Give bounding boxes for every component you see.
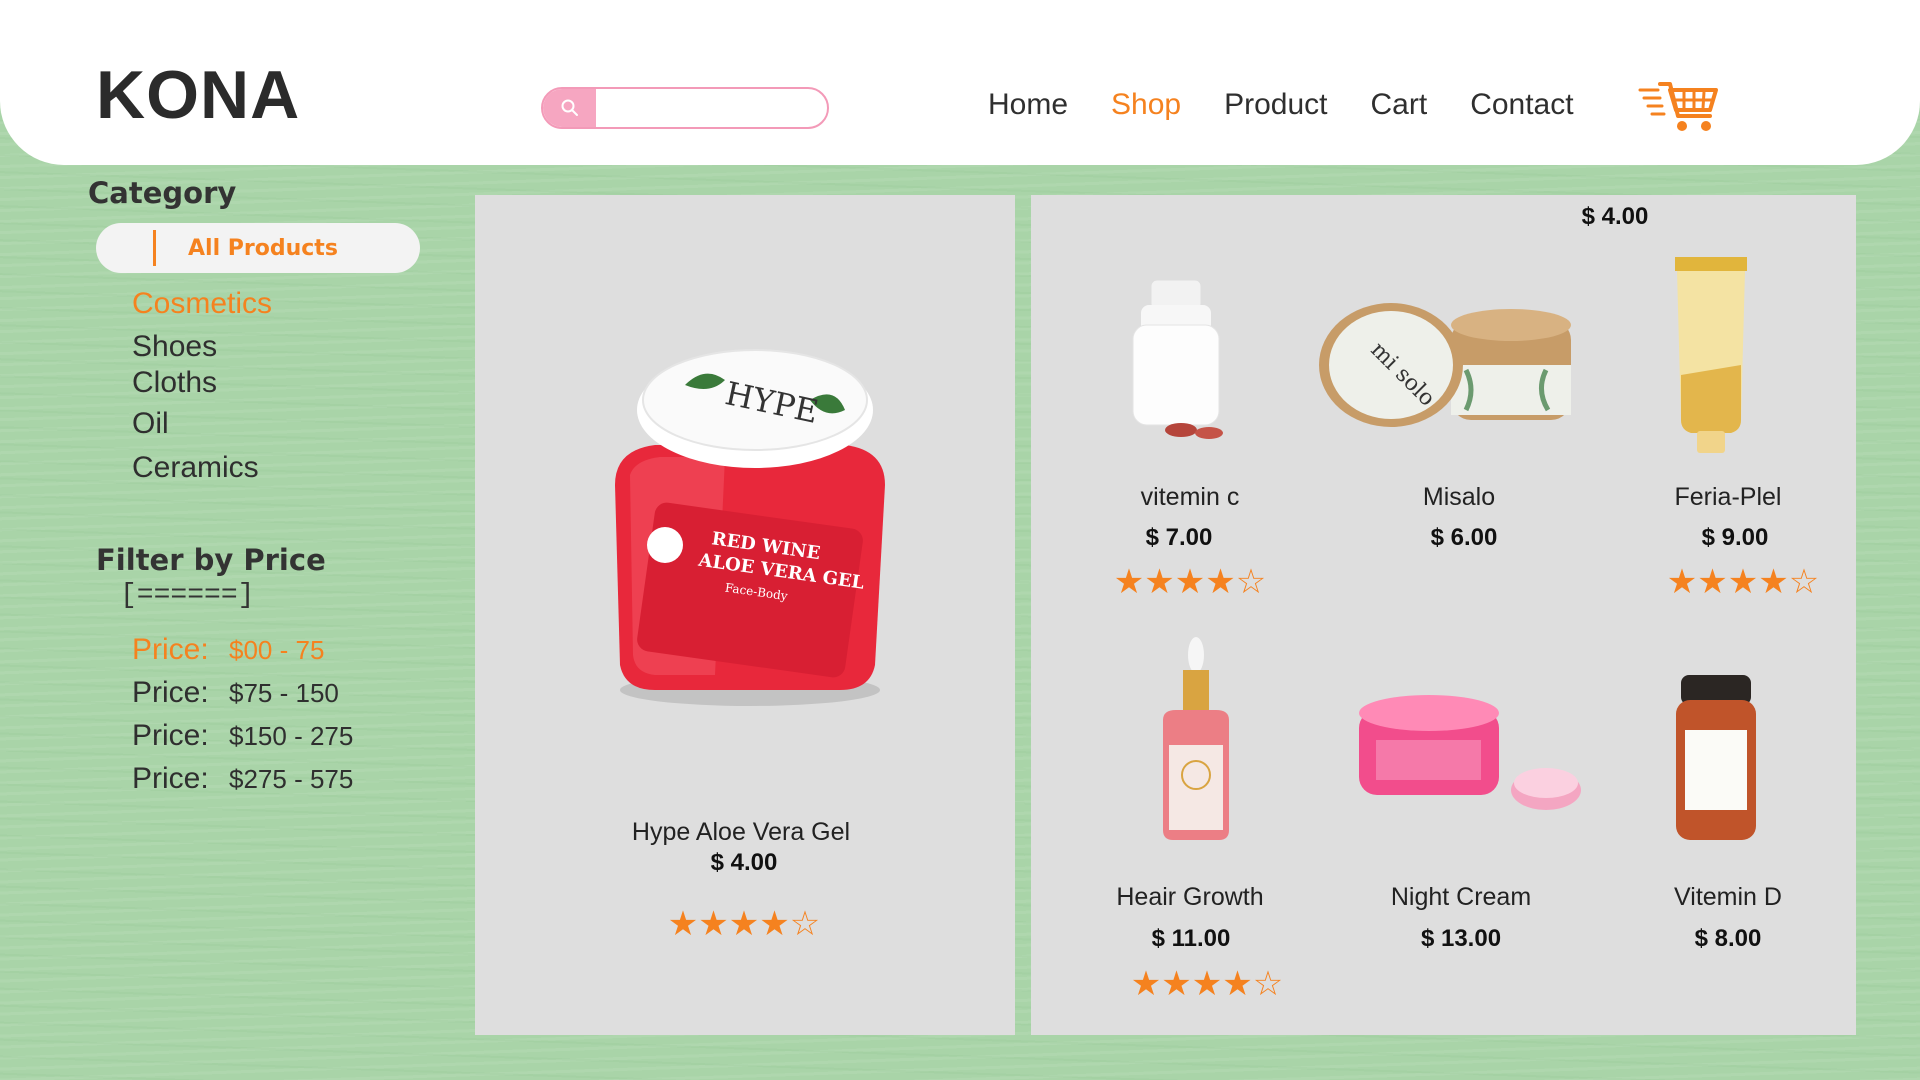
category-cosmetics[interactable]: Cosmetics xyxy=(132,287,272,321)
star-filled-icon: ★ xyxy=(759,905,790,943)
search-input[interactable] xyxy=(601,93,821,123)
star-filled-icon: ★ xyxy=(1113,563,1145,601)
featured-product-price: $ 4.00 xyxy=(710,849,778,876)
star-filled-icon: ★ xyxy=(1144,563,1175,601)
category-title: Category xyxy=(88,176,237,210)
product-name[interactable]: Vitemin D xyxy=(1674,883,1782,912)
product-name[interactable]: Feria-Plel xyxy=(1675,483,1782,512)
filter-by-price-title: Filter by Price xyxy=(96,543,326,577)
star-filled-icon: ★ xyxy=(1130,965,1162,1003)
price-range: $275 - 575 xyxy=(229,764,354,794)
product-price: $ 8.00 xyxy=(1694,925,1762,952)
hair-growth-serum-image xyxy=(1163,637,1229,840)
star-filled-icon: ★ xyxy=(1174,563,1206,601)
featured-product-name[interactable]: Hype Aloe Vera Gel xyxy=(632,818,850,847)
category-shoes[interactable]: Shoes xyxy=(132,330,217,364)
product-rating: ★★★★☆ xyxy=(1114,565,1266,599)
all-products-label: All Products xyxy=(188,236,338,261)
star-empty-icon: ☆ xyxy=(789,905,821,943)
night-cream-jar-image xyxy=(1359,695,1581,810)
main-nav: Home Shop Product Cart Contact xyxy=(988,88,1617,122)
star-filled-icon: ★ xyxy=(728,905,760,943)
price-filter-0-75[interactable]: Price: $00 - 75 xyxy=(132,633,324,667)
price-range: $150 - 275 xyxy=(229,721,354,751)
product-name[interactable]: vitemin c xyxy=(1141,483,1240,512)
search-bar xyxy=(541,87,829,129)
price-label: Price: xyxy=(132,762,209,795)
price-label: Price: xyxy=(132,633,209,666)
star-filled-icon: ★ xyxy=(1666,563,1698,601)
product-rating: ★★★★☆ xyxy=(1131,967,1283,1001)
misalo-jar-image: mi solo xyxy=(1319,303,1571,427)
feria-piel-tube-image: FERIA-piel xyxy=(1675,257,1747,453)
star-empty-icon: ☆ xyxy=(1788,563,1820,601)
vitamin-d-bottle-image xyxy=(1676,675,1756,840)
product-price: $ 6.00 xyxy=(1430,524,1498,551)
product-rating: ★★★★☆ xyxy=(1667,565,1819,599)
featured-rating: ★★★★☆ xyxy=(668,907,820,941)
price-filter-150-275[interactable]: Price: $150 - 275 xyxy=(132,719,353,753)
search-button[interactable] xyxy=(543,89,596,127)
category-oil[interactable]: Oil xyxy=(132,407,169,441)
star-filled-icon: ★ xyxy=(667,905,699,943)
price-filter-275-575[interactable]: Price: $275 - 575 xyxy=(132,762,353,796)
aloe-vera-gel-image: RED WINE ALOE VERA GEL Face-Body HYPE xyxy=(615,349,885,706)
price-filter-75-150[interactable]: Price: $75 - 150 xyxy=(132,676,339,710)
product-price: $ 7.00 xyxy=(1145,524,1213,551)
star-filled-icon: ★ xyxy=(1161,965,1192,1003)
vitamin-c-bottle-image xyxy=(1132,279,1223,439)
price-label: Price: xyxy=(132,676,209,709)
product-name[interactable]: Night Cream xyxy=(1391,883,1531,912)
price-slider[interactable]: [======] xyxy=(120,580,254,611)
product-name[interactable]: Heair Growth xyxy=(1116,883,1263,912)
price-range: $00 - 75 xyxy=(229,635,325,665)
search-icon xyxy=(561,99,578,116)
nav-shop[interactable]: Shop xyxy=(1111,88,1181,122)
star-filled-icon: ★ xyxy=(1758,563,1789,601)
logo[interactable]: KONA xyxy=(96,56,300,134)
star-filled-icon: ★ xyxy=(1191,965,1223,1003)
star-filled-icon: ★ xyxy=(1727,563,1759,601)
category-cloths[interactable]: Cloths xyxy=(132,366,217,400)
all-products-button[interactable]: All Products xyxy=(96,223,420,273)
nav-contact[interactable]: Contact xyxy=(1470,88,1573,122)
header: KONA Home Shop Product Cart Contact xyxy=(0,0,1920,165)
product-price: $ 9.00 xyxy=(1701,524,1769,551)
product-grid: $ 4.00 vitemin c $ 7.00 ★★★★☆ mi solo Mi… xyxy=(1031,195,1856,1035)
product-price: $ 11.00 xyxy=(1151,925,1231,952)
featured-product-card[interactable]: RED WINE ALOE VERA GEL Face-Body HYPE Hy… xyxy=(475,195,1015,1035)
product-price: $ 13.00 xyxy=(1420,925,1502,952)
star-filled-icon: ★ xyxy=(1222,965,1253,1003)
nav-cart[interactable]: Cart xyxy=(1371,88,1428,122)
product-name[interactable]: Misalo xyxy=(1423,483,1495,512)
star-empty-icon: ☆ xyxy=(1235,563,1267,601)
category-ceramics[interactable]: Ceramics xyxy=(132,451,259,485)
star-filled-icon: ★ xyxy=(1205,563,1236,601)
star-filled-icon: ★ xyxy=(1697,563,1728,601)
star-empty-icon: ☆ xyxy=(1252,965,1284,1003)
nav-product[interactable]: Product xyxy=(1224,88,1327,122)
star-filled-icon: ★ xyxy=(698,905,729,943)
nav-home[interactable]: Home xyxy=(988,88,1068,122)
price-range: $75 - 150 xyxy=(229,678,339,708)
price-label: Price: xyxy=(132,719,209,752)
shopping-cart-icon[interactable] xyxy=(1638,80,1718,134)
floating-price: $ 4.00 xyxy=(1581,203,1649,230)
active-indicator xyxy=(153,230,156,266)
